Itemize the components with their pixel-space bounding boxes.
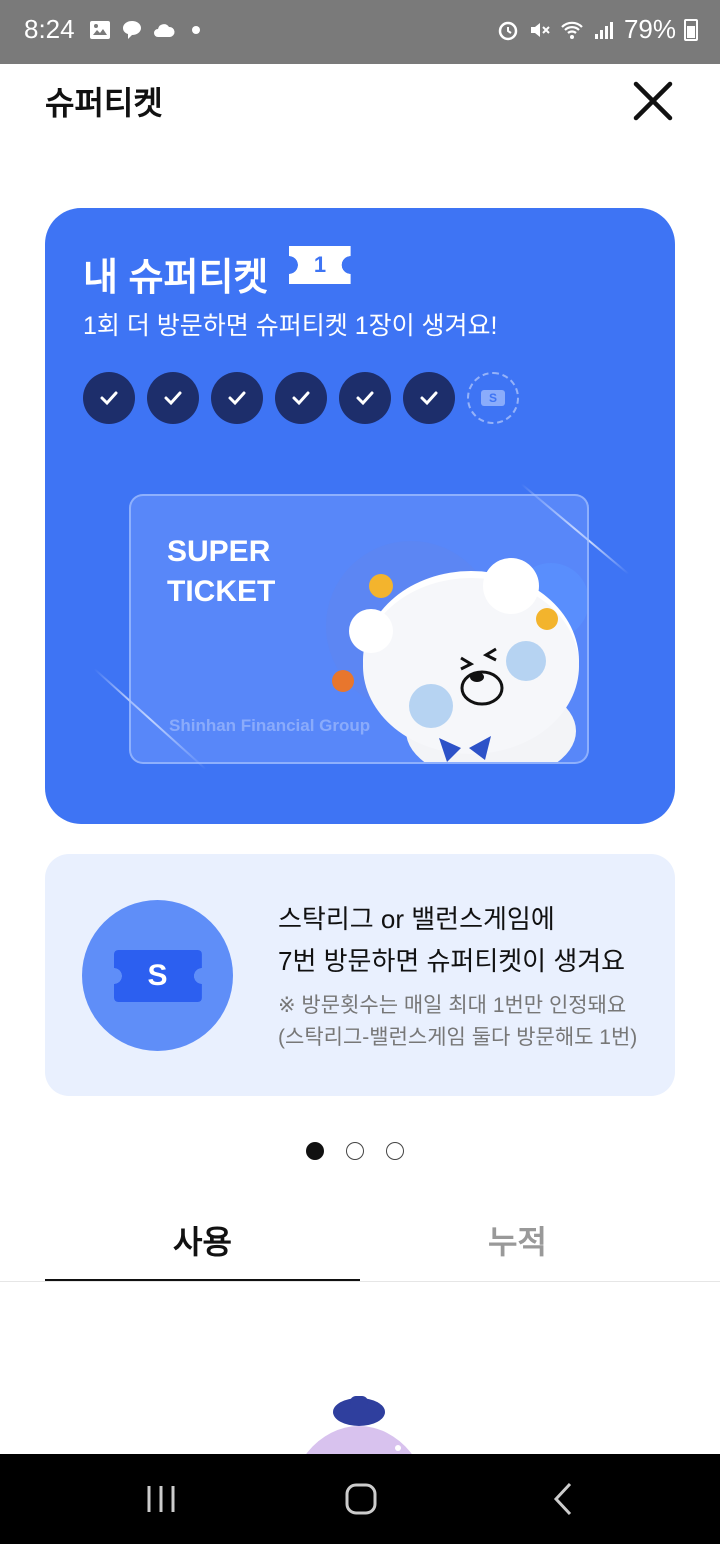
stamp-filled bbox=[275, 372, 327, 424]
tab-bar: 사용 누적 bbox=[45, 1212, 675, 1282]
card-subtitle: 1회 더 방문하면 슈퍼티켓 1장이 생겨요! bbox=[83, 312, 498, 340]
mute-icon bbox=[530, 22, 550, 37]
status-bar: 8:24 79% bbox=[0, 0, 720, 64]
status-time: 8:24 bbox=[24, 14, 75, 44]
ticket-count-badge: 1 bbox=[289, 246, 351, 284]
stamp-row: S bbox=[83, 372, 519, 424]
info-text: 스탁리그 or 밸런스게임에 7번 방문하면 슈퍼티켓이 생겨요 ※ 방문횟수는… bbox=[278, 898, 658, 1054]
check-icon bbox=[228, 391, 246, 406]
close-icon[interactable] bbox=[628, 76, 678, 126]
tab-accumulated[interactable]: 누적 bbox=[360, 1212, 675, 1282]
stamp-empty: S bbox=[467, 372, 519, 424]
info-note-1: ※ 방문횟수는 매일 최대 1번만 인정돼요 bbox=[278, 994, 627, 1017]
check-icon bbox=[356, 391, 374, 406]
alarm-icon bbox=[498, 21, 518, 40]
home-icon[interactable] bbox=[336, 1476, 386, 1522]
stamp-filled bbox=[403, 372, 455, 424]
check-icon bbox=[292, 391, 310, 406]
page-dot-1[interactable] bbox=[306, 1142, 324, 1160]
page-dot-2[interactable] bbox=[346, 1142, 364, 1160]
check-icon bbox=[164, 391, 182, 406]
check-icon bbox=[100, 391, 118, 406]
signal-icon bbox=[594, 21, 613, 39]
stamp-filled bbox=[147, 372, 199, 424]
battery-icon bbox=[684, 18, 698, 41]
bear-mascot-illustration bbox=[326, 541, 587, 762]
tab-use[interactable]: 사용 bbox=[45, 1212, 360, 1282]
gallery-icon bbox=[90, 21, 110, 39]
system-nav-bar bbox=[0, 1454, 720, 1544]
recent-apps-icon[interactable] bbox=[136, 1476, 186, 1522]
pagination-dots bbox=[306, 1142, 404, 1160]
info-line-2: 7번 방문하면 슈퍼티켓이 생겨요 bbox=[278, 946, 626, 976]
status-left-icons bbox=[88, 18, 208, 42]
tab-divider bbox=[0, 1281, 720, 1282]
ticket-icon: S bbox=[113, 949, 202, 1002]
check-icon bbox=[420, 391, 438, 406]
page-dot-3[interactable] bbox=[386, 1142, 404, 1160]
info-note-2: (스탁리그-밸런스게임 둘다 방문해도 1번) bbox=[278, 1026, 638, 1049]
card-title: 내 슈퍼티켓 bbox=[83, 257, 269, 299]
back-icon[interactable] bbox=[538, 1476, 588, 1522]
stamp-filled bbox=[339, 372, 391, 424]
chat-icon bbox=[123, 21, 141, 39]
ticket-circle: S bbox=[82, 900, 233, 1051]
battery-percent: 79% bbox=[623, 14, 676, 44]
info-card: S 스탁리그 or 밸런스게임에 7번 방문하면 슈퍼티켓이 생겨요 ※ 방문횟… bbox=[45, 854, 675, 1096]
wifi-icon bbox=[561, 21, 583, 39]
stamp-filled bbox=[211, 372, 263, 424]
stamp-filled bbox=[83, 372, 135, 424]
page-title: 슈퍼티켓 bbox=[45, 85, 163, 121]
dot-icon bbox=[192, 26, 200, 34]
super-ticket-card: 내 슈퍼티켓 1 1회 더 방문하면 슈퍼티켓 1장이 생겨요! S SUPER… bbox=[45, 208, 675, 824]
ticket-icon: S bbox=[481, 390, 505, 406]
super-ticket-visual: SUPER TICKET Shinhan Financial Group bbox=[129, 494, 589, 764]
cloud-icon bbox=[154, 24, 175, 37]
info-line-1: 스탁리그 or 밸런스게임에 bbox=[278, 904, 555, 934]
status-right-icons: 79% bbox=[496, 14, 698, 45]
